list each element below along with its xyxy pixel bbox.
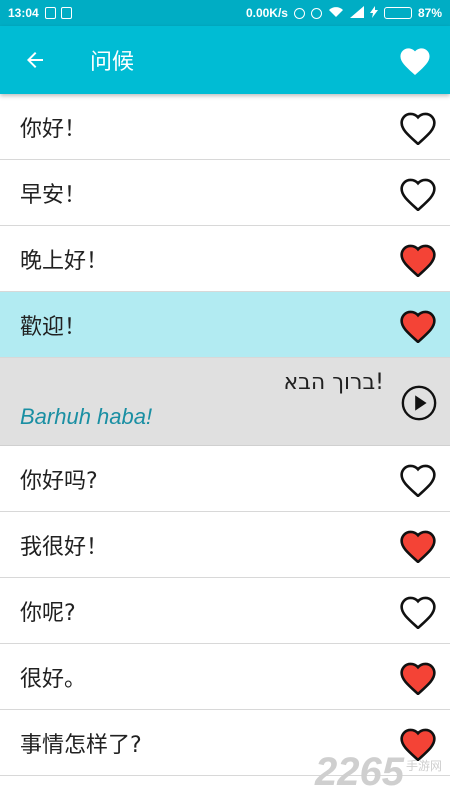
back-button[interactable] [0,26,70,94]
heart-outline-icon[interactable] [398,461,438,497]
wifi-icon [328,6,344,21]
app-bar: 问候 [0,26,450,94]
network-speed: 0.00K/s [245,6,288,20]
play-circle-icon[interactable] [400,384,438,422]
sync-icon [293,7,305,19]
status-bar: 13:04 0.00K/s 87% [0,0,450,26]
heart-filled-icon[interactable] [398,659,438,695]
heart-filled-icon[interactable] [398,527,438,563]
watermark-brand: 2265 [315,750,404,794]
phrase-row[interactable]: 你呢? [0,578,450,644]
foreign-text: !ברוך הבא [283,370,384,395]
battery-percent: 87% [417,6,442,20]
phrase-text: 你好！ [20,116,87,142]
alarm-icon [310,7,322,19]
heart-filled-icon[interactable] [398,241,438,277]
battery-icon [383,7,412,19]
page-title: 问候 [90,50,135,75]
phrase-text: 你呢? [20,600,76,626]
sim-icon [60,7,72,19]
translation-panel: !ברוך הבא Barhuh haba! [0,358,450,446]
heart-filled-icon[interactable] [398,307,438,343]
heart-outline-icon[interactable] [398,175,438,211]
phrase-text: 歡迎！ [20,314,87,340]
phrase-row[interactable]: 很好。 [0,644,450,710]
phrase-text: 晚上好！ [20,248,109,274]
favorites-button[interactable] [380,26,450,94]
watermark-sub: 手游网 [405,759,442,773]
arrow-left-icon [27,52,43,68]
phrase-text: 我很好！ [20,534,109,560]
phrase-row[interactable]: 早安！ [0,160,450,226]
phrase-row[interactable]: 你好！ [0,94,450,160]
transliteration-text: Barhuh haba! [20,404,153,429]
watermark: 2265 手游网 [315,752,442,792]
phrase-row[interactable]: 你好吗? [0,446,450,512]
signal-icon [349,5,364,21]
phrase-list: 你好！ 早安！ 晚上好！ 歡迎！ !ברוך הבא Barhuh haba! 你好吗? 我很… [0,94,450,776]
status-time: 13:04 [8,6,39,20]
heart-filled-icon [400,48,430,76]
phrase-text: 早安！ [20,182,87,208]
phrase-row[interactable]: 我很好！ [0,512,450,578]
charging-icon [369,5,378,21]
notification-icon [44,7,56,19]
phrase-text: 很好。 [20,666,87,692]
phrase-row[interactable]: 晚上好！ [0,226,450,292]
phrase-text: 事情怎样了? [20,732,142,758]
phrase-text: 你好吗? [20,468,98,494]
heart-outline-icon[interactable] [398,109,438,145]
heart-outline-icon[interactable] [398,593,438,629]
phrase-row[interactable]: 歡迎！ [0,292,450,358]
